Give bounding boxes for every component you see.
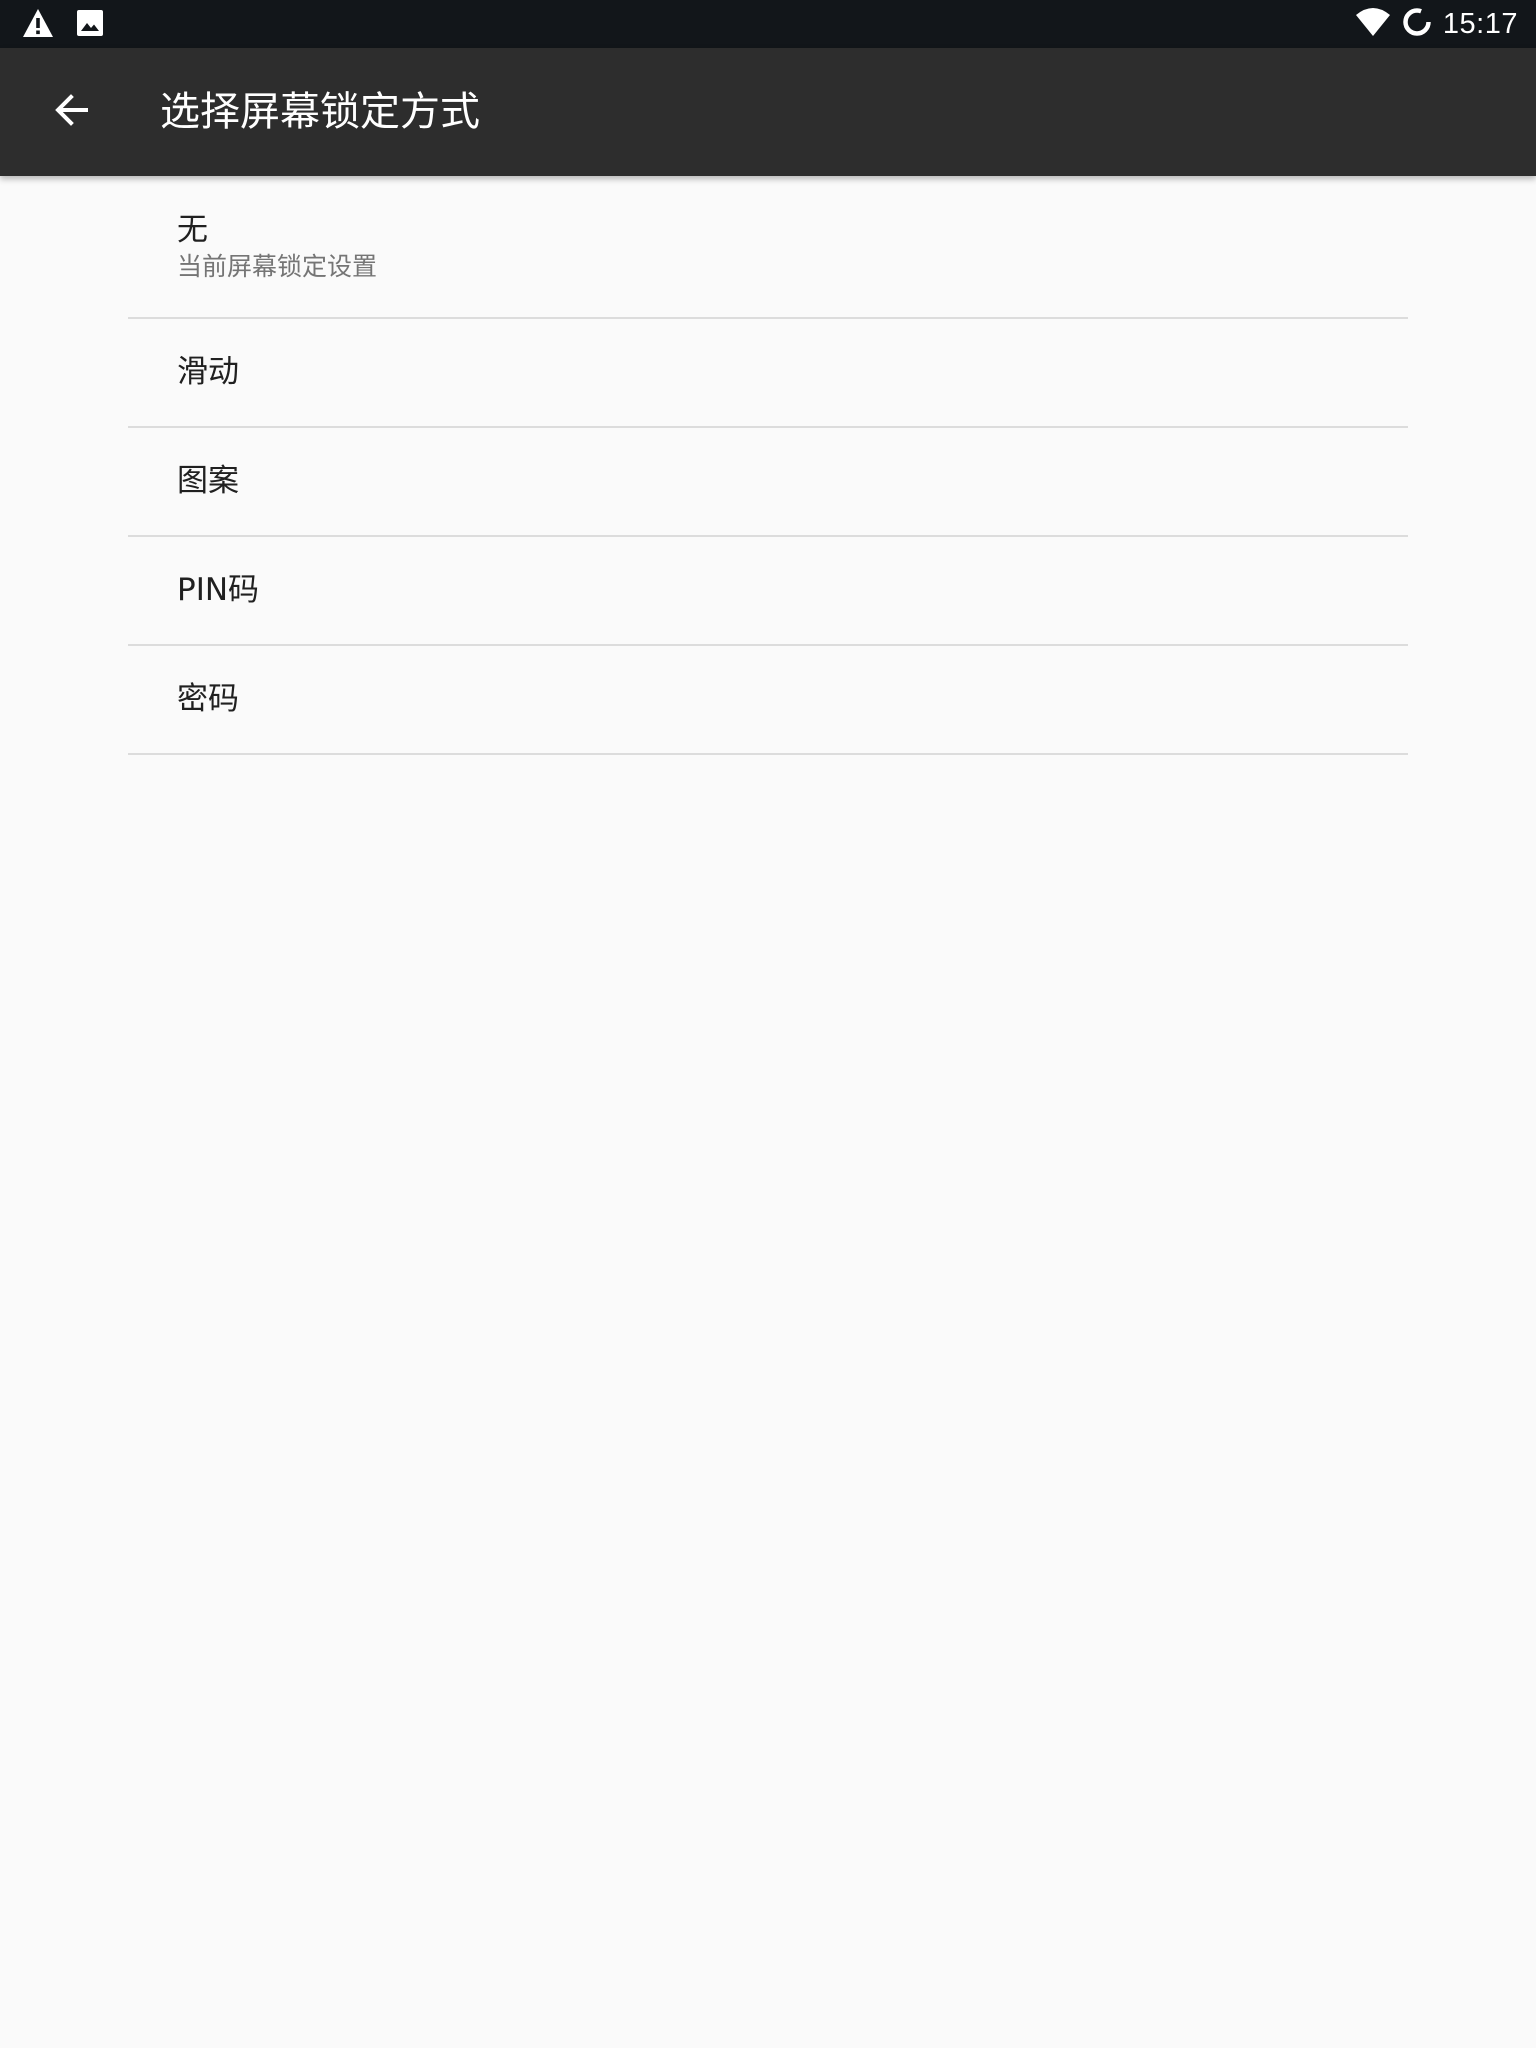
status-time: 15:17	[1442, 8, 1518, 40]
arrow-back-icon	[53, 91, 91, 133]
wifi-icon	[1355, 7, 1391, 41]
lock-option-pin[interactable]: PIN码	[128, 537, 1408, 646]
lock-option-summary: 当前屏幕锁定设置	[177, 252, 378, 281]
status-left-icons	[22, 8, 104, 42]
lock-option-none[interactable]: 无 当前屏幕锁定设置	[128, 176, 1408, 319]
lock-option-title: 滑动	[177, 354, 239, 390]
lock-option-title: 密码	[177, 681, 239, 717]
lock-option-swipe[interactable]: 滑动	[128, 319, 1408, 428]
back-button[interactable]	[36, 76, 108, 148]
image-icon	[76, 9, 104, 41]
sync-icon	[1401, 6, 1433, 42]
lock-option-password[interactable]: 密码	[128, 646, 1408, 755]
app-bar: 选择屏幕锁定方式	[0, 48, 1536, 176]
warning-icon	[22, 8, 54, 42]
status-right-icons: 15:17	[1355, 6, 1518, 42]
lock-option-title: 无	[177, 212, 208, 248]
status-bar: 15:17	[0, 0, 1536, 48]
lock-option-title: 图案	[177, 463, 239, 499]
lock-options-list: 无 当前屏幕锁定设置 滑动 图案 PIN码 密码	[128, 176, 1408, 755]
lock-option-title: PIN码	[177, 572, 260, 608]
page-title: 选择屏幕锁定方式	[160, 89, 480, 135]
lock-option-pattern[interactable]: 图案	[128, 428, 1408, 537]
